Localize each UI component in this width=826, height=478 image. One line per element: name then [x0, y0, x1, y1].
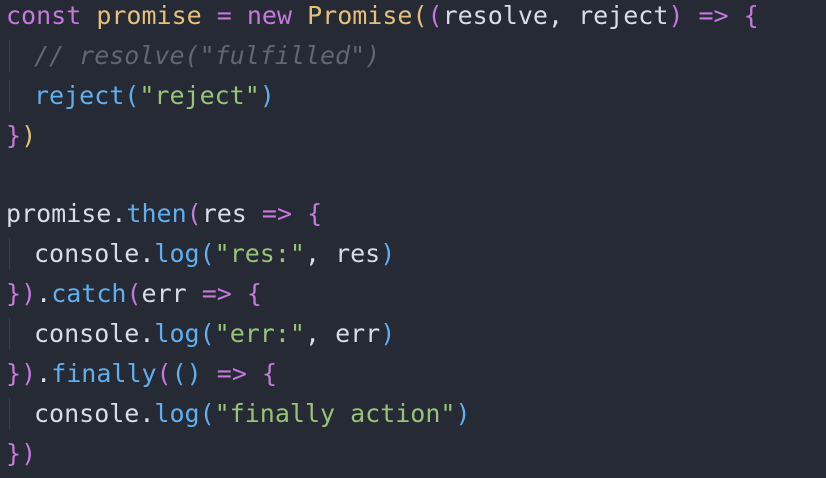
args-paren-close: )	[668, 1, 684, 30]
dot: .	[36, 279, 52, 308]
operator-equals: =	[216, 1, 232, 30]
method-catch: catch	[51, 279, 127, 308]
string-finally: "finally action"	[214, 399, 456, 428]
object-console: console	[34, 239, 140, 268]
code-line-2: // resolve("fulfilled")	[6, 36, 380, 76]
args-paren-open: (	[427, 1, 443, 30]
code-editor[interactable]: const promise = new Promise((resolve, re…	[0, 0, 826, 478]
comma: ,	[547, 1, 563, 30]
keyword-new: new	[246, 1, 293, 30]
code-line-12: })	[6, 434, 36, 474]
brace-close: }	[6, 279, 22, 308]
brace-open: {	[307, 199, 323, 228]
paren-close: )	[21, 359, 37, 388]
paren-close: )	[21, 121, 37, 150]
code-line-1: const promise = new Promise((resolve, re…	[6, 0, 759, 36]
code-line-8: }).catch(err => {	[6, 274, 262, 314]
method-log: log	[154, 319, 200, 348]
method-then: then	[126, 199, 187, 228]
dot: .	[139, 319, 155, 348]
paren-open: (	[124, 81, 140, 110]
paren-close: )	[259, 81, 275, 110]
paren-open: (	[126, 279, 142, 308]
arg-res: res	[335, 239, 381, 268]
comma: ,	[304, 319, 321, 348]
arrow-operator: =>	[201, 279, 232, 308]
brace-open: {	[261, 359, 278, 388]
string-err: "err:"	[214, 319, 305, 348]
param-resolve: resolve	[442, 1, 548, 30]
comma: ,	[304, 239, 321, 268]
paren-open: (	[199, 399, 215, 428]
brace-close: }	[6, 121, 22, 150]
dot: .	[139, 239, 155, 268]
paren-open: (	[199, 239, 215, 268]
paren-close: )	[380, 239, 396, 268]
paren-close: )	[21, 279, 37, 308]
indent-guide	[6, 76, 34, 116]
paren-open: (	[186, 199, 202, 228]
code-line-3: reject("reject")	[6, 76, 275, 116]
method-finally: finally	[51, 359, 157, 388]
brace-close: }	[6, 439, 22, 468]
brace-open: {	[743, 1, 759, 30]
function-reject: reject	[34, 81, 125, 110]
param-res: res	[201, 199, 247, 228]
paren-open: (	[412, 1, 428, 30]
brace-open: {	[246, 279, 262, 308]
brace-close: }	[6, 359, 22, 388]
method-log: log	[154, 399, 200, 428]
object-console: console	[34, 319, 140, 348]
arrow-operator: =>	[261, 199, 293, 228]
variable-promise: promise	[96, 1, 202, 30]
paren-open: (	[199, 319, 215, 348]
code-line-7: console.log("res:", res)	[6, 234, 395, 274]
paren-close: )	[380, 319, 396, 348]
code-line-10: }).finally(() => {	[6, 354, 277, 394]
indent-guide	[6, 314, 34, 354]
param-err: err	[141, 279, 187, 308]
param-reject: reject	[578, 1, 669, 30]
arrow-operator: =>	[698, 1, 729, 30]
dot: .	[111, 199, 127, 228]
indent-guide	[6, 394, 34, 434]
class-promise: Promise	[307, 1, 413, 30]
code-line-6: promise.then(res => {	[6, 194, 322, 234]
method-log: log	[154, 239, 200, 268]
indent-guide	[6, 36, 34, 76]
paren-open: (	[156, 359, 172, 388]
code-line-11: console.log("finally action")	[6, 394, 471, 434]
empty-args: ()	[171, 359, 202, 388]
arrow-operator: =>	[216, 359, 247, 388]
indent-guide	[6, 234, 34, 274]
keyword-const: const	[6, 1, 82, 30]
string-res: "res:"	[214, 239, 305, 268]
arg-err: err	[335, 319, 381, 348]
string-reject: "reject"	[139, 81, 260, 110]
paren-close: )	[21, 439, 37, 468]
object-promise: promise	[6, 199, 112, 228]
code-line-4: })	[6, 116, 36, 156]
dot: .	[139, 399, 155, 428]
comment: // resolve("fulfilled")	[34, 41, 381, 70]
object-console: console	[34, 399, 140, 428]
dot: .	[36, 359, 52, 388]
code-line-9: console.log("err:", err)	[6, 314, 395, 354]
paren-close: )	[455, 399, 471, 428]
